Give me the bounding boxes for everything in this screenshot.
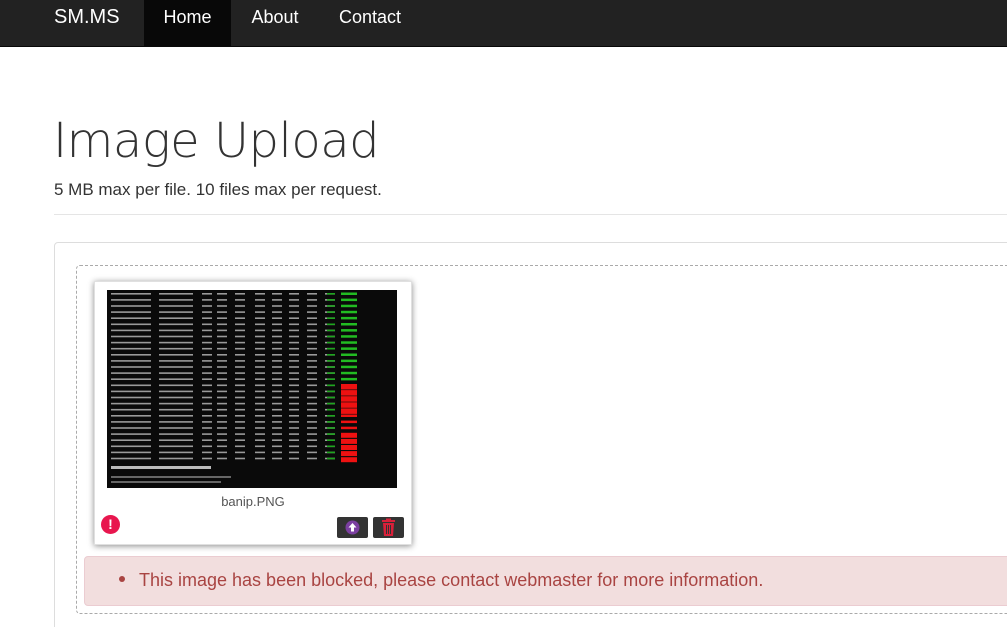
file-thumbnail xyxy=(107,290,397,488)
alert-bullet xyxy=(119,576,125,582)
page-title: Image Upload xyxy=(53,113,380,169)
nav-about[interactable]: About xyxy=(231,0,319,47)
page-subtitle: 5 MB max per file. 10 files max per requ… xyxy=(54,180,382,199)
divider xyxy=(54,214,1007,215)
file-name: banip.PNG xyxy=(221,494,285,509)
nav-contact[interactable]: Contact xyxy=(319,0,421,47)
exclamation-icon: ! xyxy=(101,515,120,534)
delete-button[interactable] xyxy=(373,517,404,538)
brand-logo[interactable]: SM.MS xyxy=(54,0,120,47)
upload-button[interactable] xyxy=(337,517,368,538)
navbar: SM.MS Home About Contact xyxy=(0,0,1007,47)
nav-home[interactable]: Home xyxy=(144,0,231,47)
error-message: This image has been blocked, please cont… xyxy=(139,570,764,590)
